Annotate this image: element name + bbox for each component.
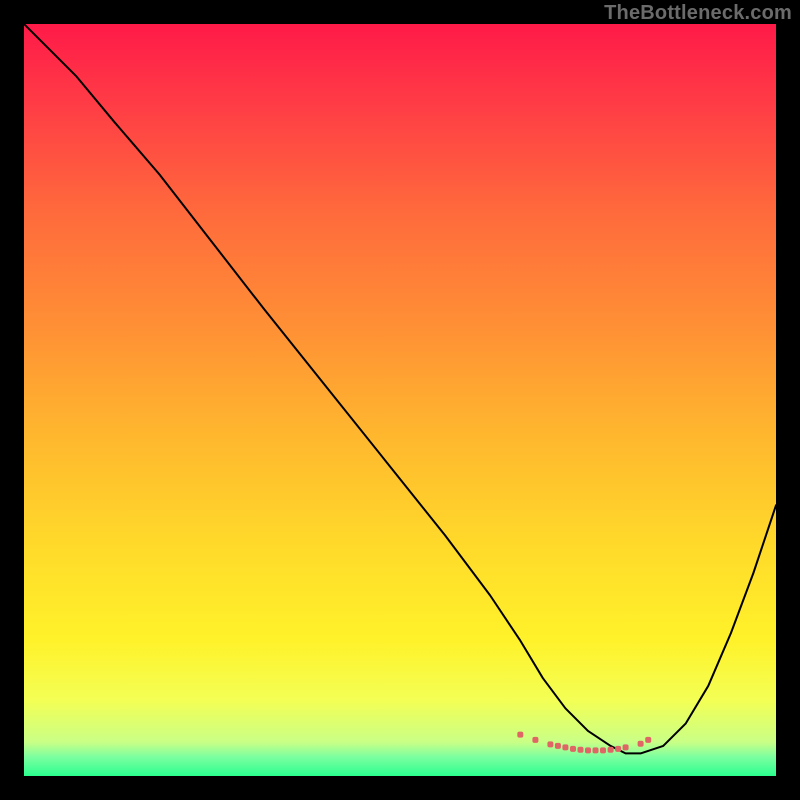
- optimal-marker: [593, 747, 599, 753]
- watermark-text: TheBottleneck.com: [604, 2, 792, 25]
- optimal-marker: [608, 747, 614, 753]
- chart-svg: [24, 24, 776, 776]
- optimal-marker: [570, 746, 576, 752]
- optimal-marker: [585, 747, 591, 753]
- optimal-marker: [600, 747, 606, 753]
- optimal-marker: [638, 741, 644, 747]
- optimal-marker: [532, 737, 538, 743]
- optimal-marker: [547, 741, 553, 747]
- gradient-background: [24, 24, 776, 776]
- optimal-marker: [517, 732, 523, 738]
- chart-frame: TheBottleneck.com: [0, 0, 800, 800]
- optimal-marker: [562, 744, 568, 750]
- optimal-marker: [645, 737, 651, 743]
- optimal-marker: [623, 744, 629, 750]
- optimal-marker: [555, 743, 561, 749]
- optimal-marker: [615, 746, 621, 752]
- optimal-marker: [578, 747, 584, 753]
- chart-plot-area: [24, 24, 776, 776]
